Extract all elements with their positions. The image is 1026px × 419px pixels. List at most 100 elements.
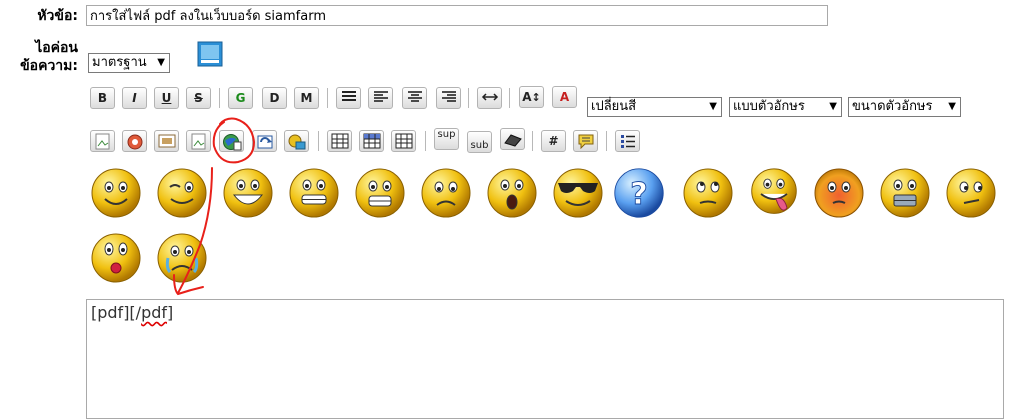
align-right-icon <box>441 91 456 102</box>
smiley-icon[interactable] <box>90 167 142 219</box>
subscript-label: sub <box>470 140 489 151</box>
message-icon-select[interactable]: มาตรฐาน ▼ <box>88 53 170 73</box>
insert-image-button[interactable] <box>90 130 115 152</box>
insert-video-button[interactable] <box>154 130 179 152</box>
toolbar-separator <box>606 131 607 151</box>
angry-icon[interactable] <box>354 167 406 219</box>
move-button[interactable]: M <box>294 87 319 109</box>
sad-icon[interactable] <box>420 167 472 219</box>
toolbar-separator <box>425 131 426 151</box>
video-icon <box>158 134 175 148</box>
rolleyes-icon[interactable] <box>682 167 734 219</box>
teletype-button[interactable] <box>500 128 525 150</box>
font-face-label: A <box>559 90 570 104</box>
insert-image2-button[interactable] <box>186 130 211 152</box>
wink-icon[interactable] <box>156 167 208 219</box>
strike-label: S <box>194 91 203 105</box>
superscript-button[interactable]: sup <box>434 128 459 150</box>
table-row-icon <box>363 133 380 149</box>
insert-email-button[interactable] <box>284 130 309 152</box>
editor-text-close: ] <box>167 303 174 322</box>
embarrassed-icon[interactable] <box>813 167 865 219</box>
list-icon <box>620 135 635 148</box>
superscript-label: sup <box>437 129 456 140</box>
align-left-icon <box>373 91 388 102</box>
underline-label: U <box>161 91 172 105</box>
toolbar-separator <box>327 88 328 108</box>
cry-icon[interactable] <box>156 232 208 284</box>
align-center-icon <box>407 91 422 102</box>
table-column-button[interactable] <box>391 130 416 152</box>
glow-label: G <box>235 91 246 105</box>
subscript-button[interactable]: sub <box>467 131 492 153</box>
resize-arrow-icon: ↕ <box>531 91 541 104</box>
font-size-select[interactable]: ขนาดตัวอักษร ▼ <box>848 97 961 117</box>
preformatted-button[interactable] <box>336 87 361 109</box>
font-size-label: A <box>522 90 532 104</box>
code-label: # <box>548 134 559 148</box>
typewriter-icon <box>503 134 522 147</box>
table-button[interactable] <box>327 130 352 152</box>
strikethrough-button[interactable]: S <box>186 87 211 109</box>
font-face-button[interactable]: A <box>552 86 577 108</box>
horizontal-rule-icon <box>481 93 498 101</box>
chevron-down-icon: ▼ <box>829 101 837 112</box>
grin-icon[interactable] <box>288 167 340 219</box>
align-left-button[interactable] <box>368 87 393 109</box>
lipsrsealed-icon[interactable] <box>879 167 931 219</box>
color-select-value: เปลี่ยนสี <box>591 99 637 114</box>
undecided-icon[interactable] <box>945 167 997 219</box>
toolbar-separator <box>509 88 510 108</box>
chevron-down-icon: ▼ <box>948 101 956 112</box>
insert-link-button[interactable] <box>252 130 277 152</box>
align-center-button[interactable] <box>402 87 427 109</box>
image-icon <box>95 133 109 150</box>
cool-icon[interactable] <box>552 167 604 219</box>
table-icon <box>331 133 348 149</box>
subject-input[interactable] <box>86 5 828 26</box>
shadow-button[interactable]: D <box>262 87 287 109</box>
toolbar-separator <box>532 131 533 151</box>
lines-icon <box>341 91 356 101</box>
underline-button[interactable]: U <box>154 87 179 109</box>
insert-flash-button[interactable] <box>122 130 147 152</box>
tongue-icon[interactable] <box>748 167 800 219</box>
italic-button[interactable]: I <box>122 87 147 109</box>
list-button[interactable] <box>615 130 640 152</box>
link-icon <box>257 135 272 149</box>
editor-text-misspelled: pdf <box>141 303 168 322</box>
message-textarea[interactable]: [pdf][/pdf] <box>86 299 1004 419</box>
shocked-icon[interactable] <box>486 167 538 219</box>
message-icon-preview <box>197 41 223 67</box>
font-size-select-value: ขนาดตัวอักษร <box>852 99 933 114</box>
quote-icon <box>578 134 593 149</box>
cheesy-icon[interactable] <box>222 167 274 219</box>
huh-icon[interactable]: ? <box>613 167 665 219</box>
color-select[interactable]: เปลี่ยนสี ▼ <box>587 97 722 117</box>
message-icon-label-line1: ไอค่อน <box>35 40 78 56</box>
table-row-button[interactable] <box>359 130 384 152</box>
kiss-icon[interactable] <box>90 232 142 284</box>
glow-button[interactable]: G <box>228 87 253 109</box>
font-face-select-value: แบบตัวอักษร <box>733 99 805 114</box>
toolbar-separator <box>318 131 319 151</box>
code-button[interactable]: # <box>541 130 566 152</box>
bold-button[interactable]: B <box>90 87 115 109</box>
bold-label: B <box>97 91 108 105</box>
message-icon-select-value: มาตรฐาน <box>92 55 147 70</box>
align-right-button[interactable] <box>436 87 461 109</box>
shadow-label: D <box>269 91 280 105</box>
insert-pdf-button[interactable] <box>219 130 244 152</box>
chevron-down-icon: ▼ <box>709 101 717 112</box>
horizontal-rule-button[interactable] <box>477 87 502 109</box>
flash-icon <box>127 134 142 150</box>
quote-button[interactable] <box>573 130 598 152</box>
table-column-icon <box>395 133 412 149</box>
image-icon <box>191 133 205 150</box>
globe-icon <box>222 134 241 151</box>
italic-label: I <box>132 91 137 105</box>
message-icon-label-line2: ข้อความ: <box>20 58 78 74</box>
font-size-button[interactable]: A↕ <box>519 86 544 108</box>
chevron-down-icon: ▼ <box>157 57 165 68</box>
font-face-select[interactable]: แบบตัวอักษร ▼ <box>729 97 842 117</box>
